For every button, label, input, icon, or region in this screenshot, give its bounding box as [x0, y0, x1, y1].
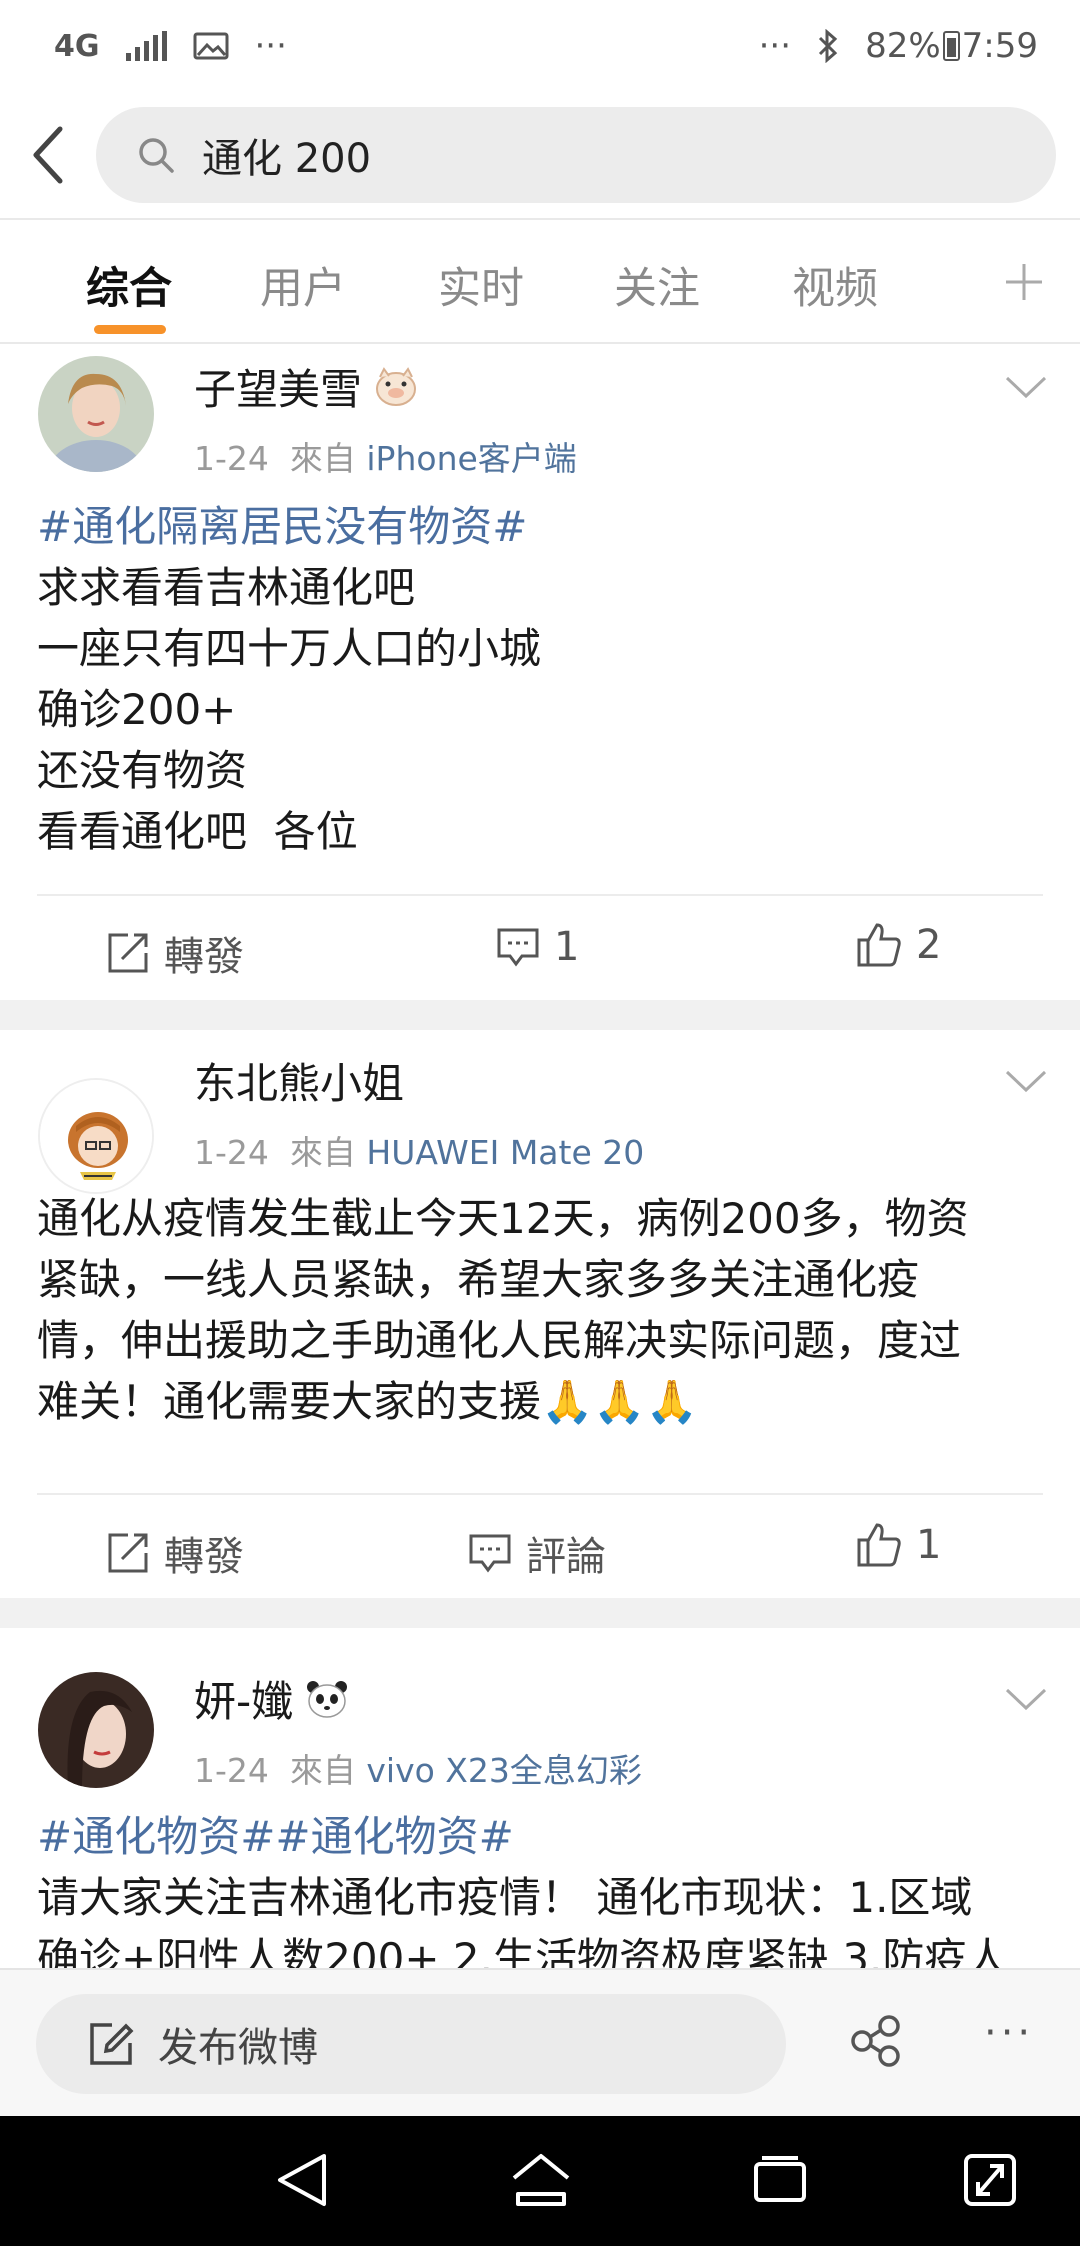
tab-bar: 综合 用户 实时 关注 视频	[0, 218, 1080, 344]
nav-recents-icon[interactable]	[752, 2150, 808, 2210]
signal-icon	[125, 31, 167, 61]
divider	[37, 894, 1043, 896]
repost-button[interactable]: 轉發	[106, 1524, 244, 1582]
praying-hands-emoji: 🙏🙏🙏	[541, 1377, 698, 1426]
post-text: 通化从疫情发生截止今天12天，病例200多，物资 紧缺，一线人员紧缺，希望大家多…	[37, 1194, 969, 1426]
add-tab-icon[interactable]	[1004, 262, 1044, 302]
clock: 7:59	[961, 26, 1038, 66]
bottom-action-bar: 发布微博 ···	[0, 1968, 1080, 2116]
battery-percent: 82%	[865, 26, 941, 66]
app-screen: 4G ··· ··· 82% 7:59 通化 200 综合 用户 实时 关注 视…	[0, 0, 1080, 2246]
comment-icon	[469, 1534, 511, 1573]
pig-badge-icon	[376, 366, 417, 406]
username[interactable]: 东北熊小姐	[194, 1050, 404, 1111]
repost-button[interactable]: 轉發	[106, 924, 244, 982]
card-separator	[0, 1598, 1080, 1628]
notification-more: ···	[254, 26, 287, 66]
panda-badge-icon	[307, 1680, 348, 1718]
username[interactable]: 妍-孅	[194, 1668, 349, 1729]
more-options-button[interactable]: ···	[984, 2010, 1034, 2056]
comment-button[interactable]: 1	[496, 924, 579, 970]
post-meta: 1-24 來自 HUAWEI Mate 20	[194, 1133, 645, 1172]
tab-video[interactable]: 视频	[792, 254, 878, 316]
post-text: #通化隔离居民没有物资# 求求看看吉林通化吧 一座只有四十万人口的小城 确诊20…	[37, 496, 1046, 862]
post-source[interactable]: vivo X23全息幻彩	[366, 1751, 642, 1790]
post-source[interactable]: HUAWEI Mate 20	[366, 1133, 644, 1172]
chevron-down-icon[interactable]	[1004, 374, 1048, 400]
comment-icon	[497, 928, 539, 967]
post-card[interactable]: 东北熊小姐 1-24 來自 HUAWEI Mate 20 通化从疫情发生截止今天…	[0, 1030, 1080, 1598]
thumbs-up-icon	[857, 1523, 901, 1567]
nav-back-icon[interactable]	[274, 2150, 330, 2210]
thumbs-up-icon	[857, 923, 901, 967]
tab-following[interactable]: 关注	[614, 254, 700, 316]
divider	[37, 1493, 1043, 1495]
image-notification-icon	[193, 32, 228, 60]
battery-icon	[942, 31, 960, 61]
post-meta: 1-24 來自 iPhone客户端	[194, 439, 577, 478]
chevron-down-icon[interactable]	[1004, 1686, 1048, 1712]
avatar[interactable]	[38, 1672, 154, 1788]
share-icon[interactable]	[848, 2014, 902, 2068]
post-card[interactable]: 子望美雪 1-24 來自 iPhone客户端 #通化隔离居民没有物资# 求求看看…	[0, 344, 1080, 1000]
avatar[interactable]	[38, 356, 154, 472]
repost-icon	[108, 1533, 148, 1573]
back-button[interactable]	[0, 92, 96, 218]
post-meta: 1-24 來自 vivo X23全息幻彩	[194, 1751, 642, 1790]
chevron-down-icon[interactable]	[1004, 1068, 1048, 1094]
nav-home-icon[interactable]	[510, 2150, 572, 2210]
username[interactable]: 子望美雪	[194, 356, 418, 417]
network-type: 4G	[54, 28, 100, 64]
compose-button[interactable]: 发布微博	[36, 1994, 786, 2094]
post-card[interactable]: 妍-孅 1-24 來自 vivo X23全息幻彩 #通化物资##通化物资# 请大…	[0, 1628, 1080, 1968]
status-bar: 4G ··· ··· 82% 7:59	[0, 0, 1080, 92]
post-source[interactable]: iPhone客户端	[366, 439, 576, 478]
search-icon	[139, 138, 174, 173]
tab-comprehensive[interactable]: 综合	[86, 254, 172, 316]
system-nav-bar	[0, 2116, 1080, 2246]
hashtag[interactable]: #通化物资##通化物资#	[37, 1806, 1046, 1867]
active-tab-indicator	[94, 325, 166, 334]
post-text: #通化物资##通化物资# 请大家关注吉林通化市疫情！ 通化市现状：1.区域 确诊…	[37, 1806, 1046, 1968]
search-header: 通化 200	[0, 92, 1080, 218]
back-arrow-icon	[33, 126, 63, 184]
bluetooth-icon	[819, 29, 838, 63]
nav-expand-icon[interactable]	[962, 2150, 1018, 2210]
like-button[interactable]: 1	[856, 1522, 941, 1568]
search-input[interactable]: 通化 200	[96, 107, 1056, 203]
hashtag[interactable]: #通化隔离居民没有物资#	[37, 496, 1046, 557]
status-more: ···	[758, 26, 792, 66]
tab-users[interactable]: 用户	[260, 254, 346, 316]
repost-icon	[108, 933, 148, 973]
search-query: 通化 200	[202, 136, 372, 182]
comment-button[interactable]: 評論	[468, 1524, 606, 1582]
edit-icon	[90, 2023, 134, 2065]
card-separator	[0, 1000, 1080, 1030]
like-button[interactable]: 2	[856, 922, 941, 968]
tab-realtime[interactable]: 实时	[438, 254, 524, 316]
avatar[interactable]	[38, 1078, 154, 1194]
